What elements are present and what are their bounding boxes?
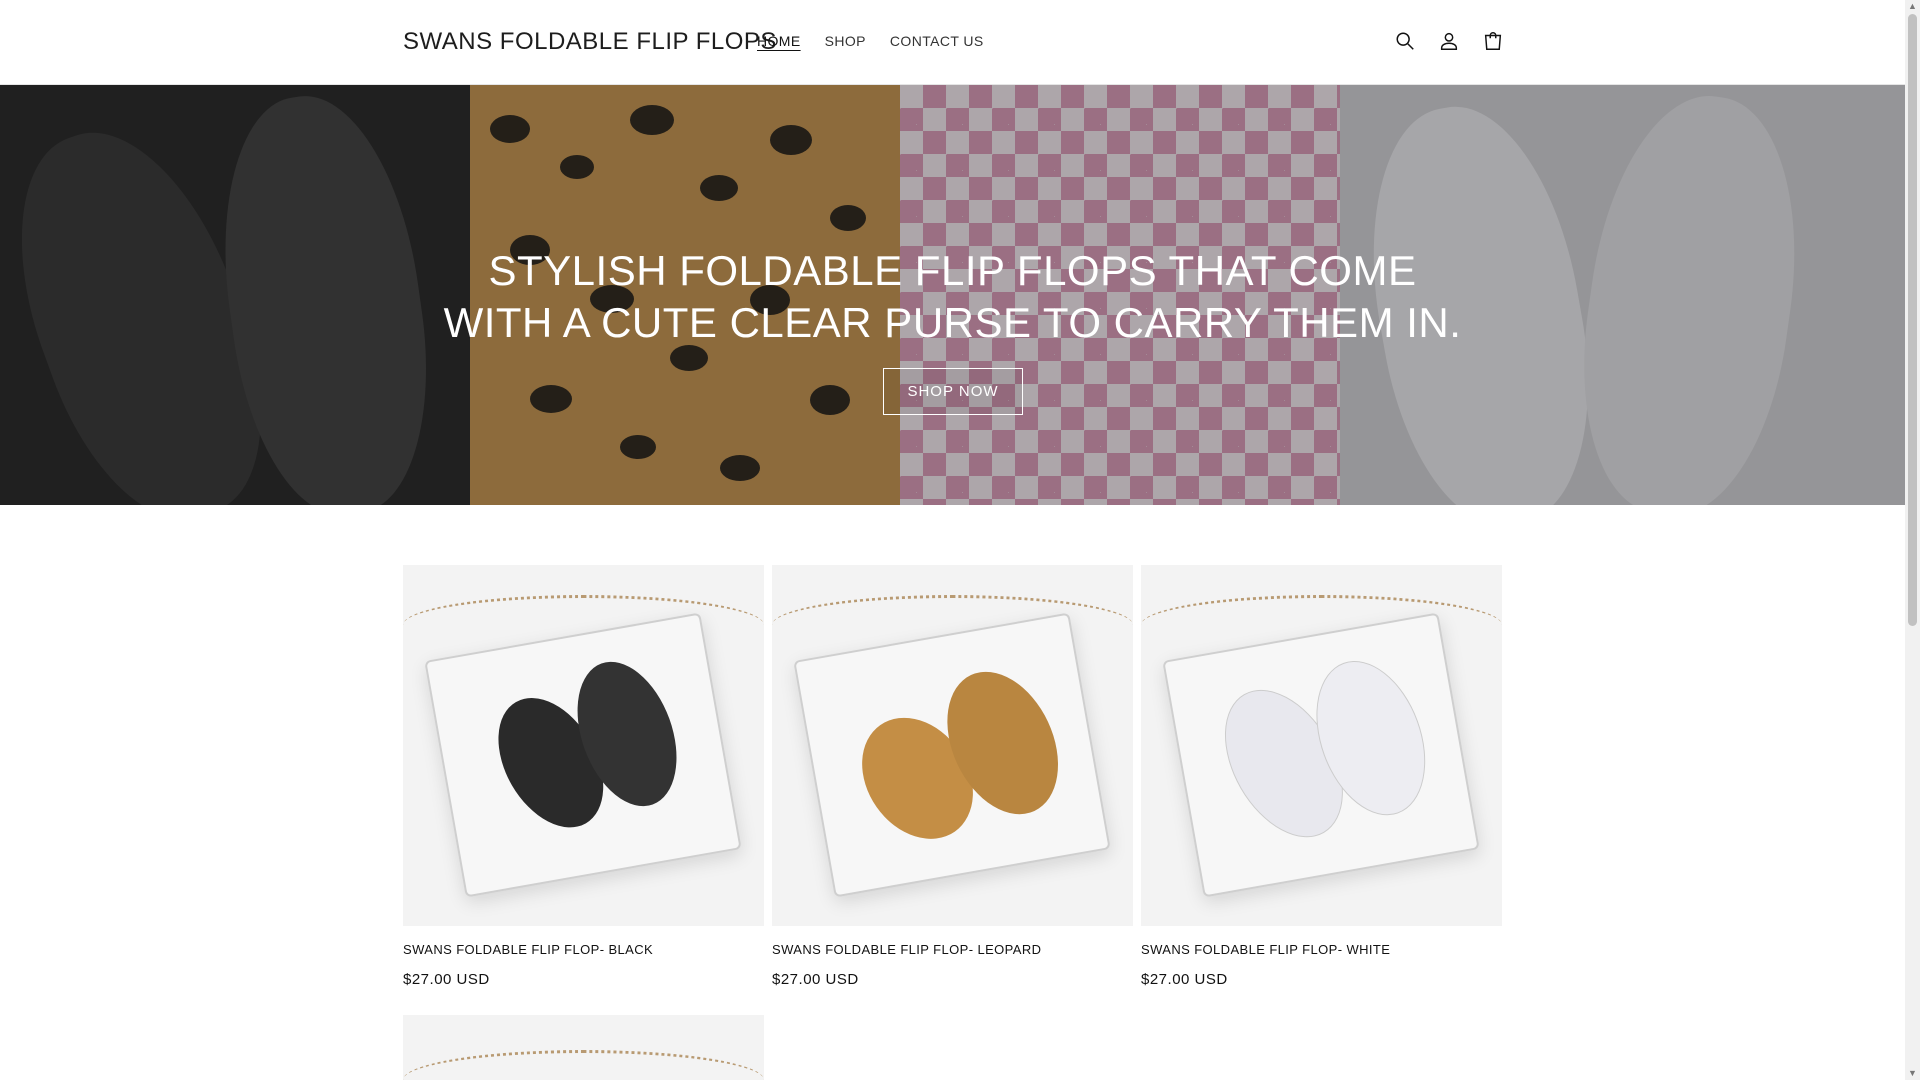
product-title[interactable]: SWANS FOLDABLE FLIP FLOP- BLACK — [403, 942, 764, 957]
product-card-black[interactable]: SWANS FOLDABLE FLIP FLOP- BLACK $27.00 U… — [403, 565, 764, 988]
hero-heading: STYLISH FOLDABLE FLIP FLOPS THAT COME WI… — [0, 245, 1905, 349]
hero-heading-line-1: STYLISH FOLDABLE FLIP FLOPS THAT COME — [488, 247, 1417, 294]
store-logo[interactable]: SWANS FOLDABLE FLIP FLOPS — [403, 28, 777, 56]
scroll-up-arrow[interactable]: ▲ — [1908, 2, 1917, 11]
product-image[interactable] — [403, 1015, 764, 1080]
product-title[interactable]: SWANS FOLDABLE FLIP FLOP- LEOPARD — [772, 942, 1133, 957]
nav-contact-us[interactable]: CONTACT US — [878, 33, 996, 49]
hero-banner: STYLISH FOLDABLE FLIP FLOPS THAT COME WI… — [0, 85, 1905, 505]
nav-shop[interactable]: SHOP — [813, 33, 878, 49]
product-price: $27.00 USD — [403, 971, 490, 988]
product-image[interactable] — [1141, 565, 1502, 926]
nav-home[interactable]: HOME — [745, 33, 813, 49]
product-card-partial[interactable] — [403, 1015, 764, 1080]
product-price: $27.00 USD — [772, 971, 859, 988]
product-card-white[interactable]: SWANS FOLDABLE FLIP FLOP- WHITE $27.00 U… — [1141, 565, 1502, 988]
account-icon[interactable] — [1434, 26, 1464, 56]
product-price: $27.00 USD — [1141, 971, 1228, 988]
scroll-thumb[interactable] — [1908, 14, 1917, 626]
search-icon[interactable] — [1390, 26, 1420, 56]
hero-heading-line-2: WITH A CUTE CLEAR PURSE TO CARRY THEM IN… — [443, 299, 1462, 346]
product-card-leopard[interactable]: SWANS FOLDABLE FLIP FLOP- LEOPARD $27.00… — [772, 565, 1133, 988]
product-image[interactable] — [772, 565, 1133, 926]
main-nav: HOME SHOP CONTACT US — [745, 33, 996, 49]
header-icons — [1390, 26, 1508, 56]
product-image[interactable] — [403, 565, 764, 926]
scroll-down-arrow[interactable]: ▼ — [1908, 1069, 1917, 1078]
shop-now-button[interactable]: SHOP NOW — [883, 368, 1023, 415]
product-title[interactable]: SWANS FOLDABLE FLIP FLOP- WHITE — [1141, 942, 1502, 957]
site-header: SWANS FOLDABLE FLIP FLOPS HOME SHOP CONT… — [0, 0, 1905, 85]
cart-icon[interactable] — [1478, 26, 1508, 56]
page-scrollbar[interactable]: ▲ ▼ — [1905, 0, 1920, 1080]
